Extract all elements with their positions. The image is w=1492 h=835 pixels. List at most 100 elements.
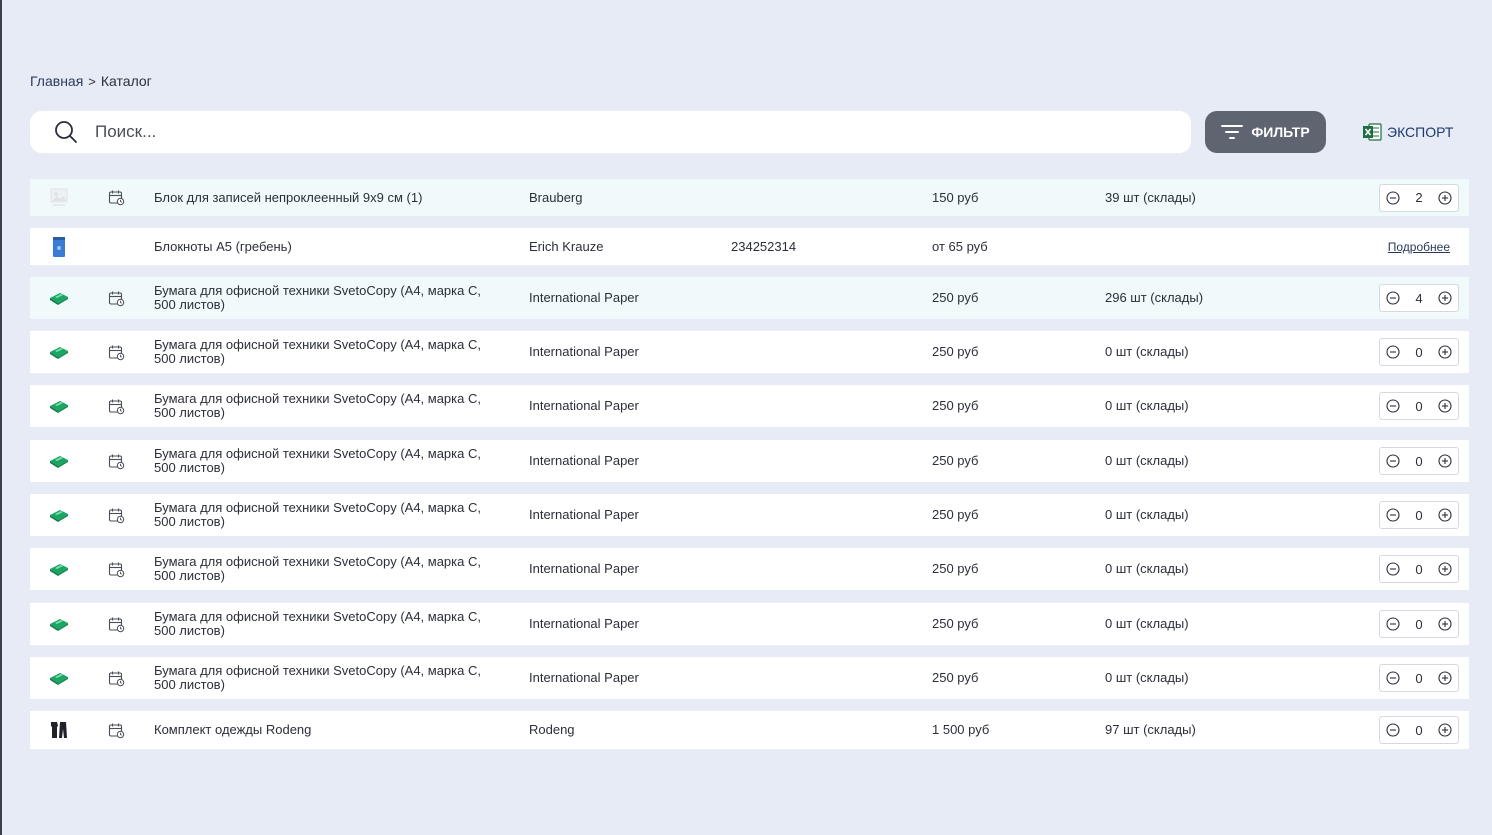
plus-circle-icon[interactable] [1438,190,1452,205]
minus-circle-icon[interactable] [1386,345,1400,359]
plus-circle-icon[interactable] [1438,562,1452,576]
details-link[interactable]: Подробнее [1388,240,1450,254]
filter-button[interactable]: ФИЛЬТР [1205,111,1326,153]
calendar-clock-icon[interactable] [108,561,125,578]
plus-circle-icon[interactable] [1438,723,1452,737]
quantity-stepper[interactable]: 2 [1379,183,1459,212]
calendar-clock-icon[interactable] [108,189,125,206]
paper-ream-icon [48,667,70,689]
table-row[interactable]: Блокноты А5 (гребень) Erich Krauze 2342523… [30,228,1469,265]
product-brand: International Paper [529,344,639,359]
calendar-clock-icon[interactable] [108,290,125,307]
product-stock: 0 шт (склады) [1105,398,1189,413]
quantity-stepper[interactable]: 0 [1379,610,1459,638]
calendar-clock-icon[interactable] [108,453,125,470]
product-name[interactable]: Блок для записей непроклеенный 9х9 см (1… [154,189,514,205]
quantity-value[interactable]: 0 [1415,454,1422,469]
calendar-clock-icon[interactable] [108,616,125,633]
quantity-stepper[interactable]: 0 [1379,392,1459,420]
product-brand: International Paper [529,398,639,413]
table-row[interactable]: Бумага для офисной техники SvetoCopy (А4… [30,277,1469,319]
quantity-stepper[interactable]: 0 [1379,501,1459,529]
calendar-clock-icon[interactable] [108,507,125,524]
product-name-line: Бумага для офисной техники SvetoCopy (А4… [154,500,481,515]
table-row[interactable]: Бумага для офисной техники SvetoCopy (А4… [30,494,1469,536]
table-row[interactable]: Комплект одежды Rodeng Rodeng 1 500 руб 97 … [30,711,1469,749]
product-price: 250 руб [932,561,979,576]
calendar-clock-icon[interactable] [108,722,125,739]
product-name[interactable]: Бумага для офисной техники SvetoCopy (А4… [154,392,514,420]
product-price: 250 руб [932,670,979,685]
quantity-value[interactable]: 0 [1415,617,1422,632]
product-name-line: Бумага для офисной техники SvetoCopy (А4… [154,663,481,678]
product-name[interactable]: Бумага для офисной техники SvetoCopy (А4… [154,610,514,638]
product-name[interactable]: Комплект одежды Rodeng [154,723,514,737]
table-row[interactable]: Бумага для офисной техники SvetoCopy (А4… [30,331,1469,373]
search-input[interactable] [95,122,1095,142]
minus-circle-icon[interactable] [1386,723,1400,737]
table-row[interactable]: Бумага для офисной техники SvetoCopy (А4… [30,385,1469,427]
quantity-value[interactable]: 0 [1415,399,1422,414]
minus-circle-icon[interactable] [1386,508,1400,522]
plus-circle-icon[interactable] [1438,345,1452,359]
minus-circle-icon[interactable] [1386,671,1400,685]
quantity-stepper[interactable]: 4 [1379,284,1459,312]
quantity-value[interactable]: 0 [1415,671,1422,686]
table-row[interactable]: Бумага для офисной техники SvetoCopy (А4… [30,440,1469,482]
minus-circle-icon[interactable] [1386,399,1400,413]
product-name-line: Блок для записей непроклеенный 9х9 см (1… [154,189,423,205]
quantity-stepper[interactable]: 0 [1379,664,1459,692]
product-price: 150 руб [932,189,979,205]
product-name[interactable]: Бумага для офисной техники SvetoCopy (А4… [154,555,514,583]
plus-circle-icon[interactable] [1438,454,1452,468]
breadcrumb-home-link[interactable]: Главная [30,73,83,89]
table-row[interactable]: Блок для записей непроклеенный 9х9 см (1… [30,179,1469,216]
minus-circle-icon[interactable] [1386,454,1400,468]
table-row[interactable]: Бумага для офисной техники SvetoCopy (А4… [30,603,1469,645]
product-name[interactable]: Бумага для офисной техники SvetoCopy (А4… [154,447,514,475]
product-name[interactable]: Бумага для офисной техники SvetoCopy (А4… [154,664,514,692]
product-stock: 0 шт (склады) [1105,453,1189,468]
export-button[interactable]: ЭКСПОРТ [1362,120,1453,144]
plus-circle-icon[interactable] [1438,617,1452,631]
product-brand: Brauberg [529,189,583,205]
quantity-stepper[interactable]: 0 [1379,338,1459,366]
quantity-value[interactable]: 2 [1415,190,1422,205]
product-name[interactable]: Бумага для офисной техники SvetoCopy (А4… [154,501,514,529]
quantity-value[interactable]: 0 [1415,508,1422,523]
quantity-value[interactable]: 0 [1415,345,1422,360]
product-name-line: Бумага для офисной техники SvetoCopy (А4… [154,337,481,352]
product-price: 250 руб [932,507,979,522]
filter-icon [1221,124,1244,140]
product-stock: 0 шт (склады) [1105,507,1189,522]
quantity-stepper[interactable]: 0 [1379,716,1459,744]
product-name[interactable]: Блокноты А5 (гребень) [154,239,514,254]
product-code: 234252314 [731,238,797,254]
minus-circle-icon[interactable] [1386,617,1400,631]
calendar-clock-icon[interactable] [108,670,125,687]
product-name[interactable]: Бумага для офисной техники SvetoCopy (А4… [154,284,514,312]
product-price: от 65 руб [932,238,988,254]
product-brand: International Paper [529,507,639,522]
clothing-set-icon [48,719,70,741]
product-name-line: 500 листов) [154,568,225,583]
plus-circle-icon[interactable] [1438,291,1452,305]
quantity-value[interactable]: 0 [1415,723,1422,738]
paper-ream-icon [48,613,70,635]
table-row[interactable]: Бумага для офисной техники SvetoCopy (А4… [30,657,1469,699]
product-brand: International Paper [529,453,639,468]
minus-circle-icon[interactable] [1386,291,1400,305]
minus-circle-icon[interactable] [1386,562,1400,576]
quantity-stepper[interactable]: 0 [1379,447,1459,475]
table-row[interactable]: Бумага для офисной техники SvetoCopy (А4… [30,548,1469,590]
calendar-clock-icon[interactable] [108,398,125,415]
calendar-clock-icon[interactable] [108,344,125,361]
plus-circle-icon[interactable] [1438,399,1452,413]
quantity-stepper[interactable]: 0 [1379,555,1459,583]
minus-circle-icon[interactable] [1386,190,1400,205]
plus-circle-icon[interactable] [1438,671,1452,685]
quantity-value[interactable]: 0 [1415,562,1422,577]
product-name[interactable]: Бумага для офисной техники SvetoCopy (А4… [154,338,514,366]
plus-circle-icon[interactable] [1438,508,1452,522]
quantity-value[interactable]: 4 [1415,291,1422,306]
